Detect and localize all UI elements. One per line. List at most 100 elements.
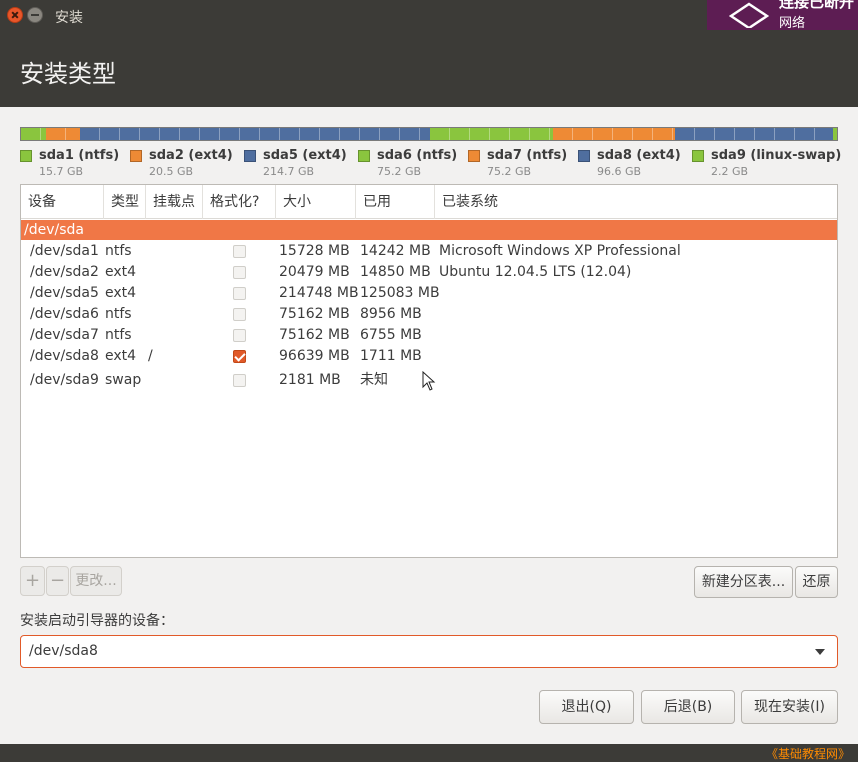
legend-size: 214.7 GB xyxy=(263,165,315,178)
legend-name: sda5 (ext4) xyxy=(263,148,347,163)
legend-swatch xyxy=(20,150,32,162)
legend-name: sda7 (ntfs) xyxy=(487,148,568,163)
legend-name: sda8 (ext4) xyxy=(597,148,681,163)
cell-mount: / xyxy=(148,348,153,364)
disk-row-selected[interactable]: /dev/sda xyxy=(21,220,837,240)
page-title: 安装类型 xyxy=(20,60,116,88)
cell-device: /dev/sda9 xyxy=(30,372,99,388)
cell-type: ext4 xyxy=(105,348,137,364)
legend-size: 75.2 GB xyxy=(487,165,532,178)
partition-bar-segment-sda7 xyxy=(552,128,676,140)
cell-used: 125083 MB xyxy=(360,285,440,301)
table-row[interactable]: /dev/sda8 ext4 / 96639 MB 1711 MB xyxy=(21,346,837,367)
chevron-down-icon xyxy=(815,649,825,655)
table-row[interactable]: /dev/sda2 ext4 20479 MB 14850 MB Ubuntu … xyxy=(21,262,837,283)
cell-type: ntfs xyxy=(105,243,132,259)
legend-size: 75.2 GB xyxy=(377,165,422,178)
cell-system: Ubuntu 12.04.5 LTS (12.04) xyxy=(439,264,632,280)
install-now-button[interactable]: 现在安装(I) xyxy=(741,690,838,724)
legend-swatch xyxy=(244,150,256,162)
partition-bar-segment-sda6 xyxy=(430,128,553,140)
column-header-mount[interactable]: 挂载点 xyxy=(146,185,203,219)
legend-size: 96.6 GB xyxy=(597,165,642,178)
cell-device: /dev/sda6 xyxy=(30,306,99,322)
add-partition-button[interactable]: + xyxy=(20,566,45,596)
format-checkbox[interactable] xyxy=(233,266,246,279)
table-row[interactable]: /dev/sda6 ntfs 75162 MB 8956 MB xyxy=(21,304,837,325)
cell-device: /dev/sda2 xyxy=(30,264,99,280)
format-checkbox[interactable] xyxy=(233,245,246,258)
cell-size: 96639 MB xyxy=(279,348,350,364)
column-header-size[interactable]: 大小 xyxy=(276,185,356,219)
format-checkbox[interactable] xyxy=(233,374,246,387)
partition-bar-segment-sda5 xyxy=(79,128,430,140)
column-header-used[interactable]: 已用 xyxy=(356,185,435,219)
cell-size: 20479 MB xyxy=(279,264,350,280)
watermark: 《基础教程网》 xyxy=(765,747,850,761)
cell-size: 214748 MB xyxy=(279,285,359,301)
cell-device: /dev/sda7 xyxy=(30,327,99,343)
format-checkbox[interactable] xyxy=(233,329,246,342)
legend-swatch xyxy=(692,150,704,162)
cell-size: 15728 MB xyxy=(279,243,350,259)
format-checkbox[interactable] xyxy=(233,308,246,321)
back-button[interactable]: 后退(B) xyxy=(641,690,735,724)
bootloader-device-value: /dev/sda8 xyxy=(29,643,98,659)
cell-size: 75162 MB xyxy=(279,327,350,343)
cell-used: 6755 MB xyxy=(360,327,422,343)
table-row[interactable]: /dev/sda1 ntfs 15728 MB 14242 MB Microso… xyxy=(21,241,837,262)
column-header-format[interactable]: 格式化? xyxy=(203,185,276,219)
close-icon[interactable] xyxy=(7,7,23,23)
remove-partition-button[interactable]: − xyxy=(46,566,69,596)
notification-title: 连接已断开 xyxy=(779,0,855,11)
revert-button[interactable]: 还原 xyxy=(795,566,838,598)
mouse-cursor-icon xyxy=(422,371,436,391)
bootloader-device-select[interactable]: /dev/sda8 xyxy=(20,635,838,668)
column-header-system[interactable]: 已装系统 xyxy=(435,185,837,219)
cell-type: ext4 xyxy=(105,285,137,301)
cell-device: /dev/sda8 xyxy=(30,348,99,364)
cell-used: 14850 MB xyxy=(360,264,431,280)
legend-name: sda2 (ext4) xyxy=(149,148,233,163)
cell-type: swap xyxy=(105,372,142,388)
legend-name: sda1 (ntfs) xyxy=(39,148,120,163)
cell-device: /dev/sda5 xyxy=(30,285,99,301)
legend-size: 15.7 GB xyxy=(39,165,84,178)
cell-type: ntfs xyxy=(105,306,132,322)
cell-used: 8956 MB xyxy=(360,306,422,322)
legend-size: 20.5 GB xyxy=(149,165,194,178)
table-row[interactable]: /dev/sda5 ext4 214748 MB 125083 MB xyxy=(21,283,837,304)
partition-bar-segment-sda9 xyxy=(833,128,837,140)
bootloader-label: 安装启动引导器的设备： xyxy=(20,613,174,629)
table-header: 设备 类型 挂载点 格式化? 大小 已用 已装系统 xyxy=(21,185,837,219)
legend-swatch xyxy=(468,150,480,162)
cell-type: ntfs xyxy=(105,327,132,343)
change-partition-button[interactable]: 更改... xyxy=(70,566,122,596)
footer-bar: 《基础教程网》 xyxy=(0,744,858,762)
page-header: 安装类型 xyxy=(0,30,858,107)
legend-size: 2.2 GB xyxy=(711,165,749,178)
cell-used: 14242 MB xyxy=(360,243,431,259)
window-title: 安装 xyxy=(55,10,83,26)
cell-size: 75162 MB xyxy=(279,306,350,322)
cell-size: 2181 MB xyxy=(279,372,341,388)
new-partition-table-button[interactable]: 新建分区表... xyxy=(694,566,793,598)
table-row[interactable]: /dev/sda7 ntfs 75162 MB 6755 MB xyxy=(21,325,837,346)
legend-name: sda9 (linux-swap) xyxy=(711,148,842,163)
partition-bar-segment-sda8 xyxy=(675,128,834,140)
legend-swatch xyxy=(130,150,142,162)
cell-type: ext4 xyxy=(105,264,137,280)
legend-swatch xyxy=(358,150,370,162)
notification-subtitle: 网络 xyxy=(779,16,806,31)
format-checkbox-checked[interactable] xyxy=(233,350,246,363)
partition-bar xyxy=(20,127,838,141)
format-checkbox[interactable] xyxy=(233,287,246,300)
minimize-icon[interactable] xyxy=(27,7,43,23)
cell-device: /dev/sda1 xyxy=(30,243,99,259)
column-header-type[interactable]: 类型 xyxy=(104,185,146,219)
column-header-device[interactable]: 设备 xyxy=(21,185,104,219)
partition-bar-segment-sda2 xyxy=(45,128,80,140)
cell-used: 未知 xyxy=(360,372,388,388)
legend-name: sda6 (ntfs) xyxy=(377,148,458,163)
quit-button[interactable]: 退出(Q) xyxy=(539,690,634,724)
